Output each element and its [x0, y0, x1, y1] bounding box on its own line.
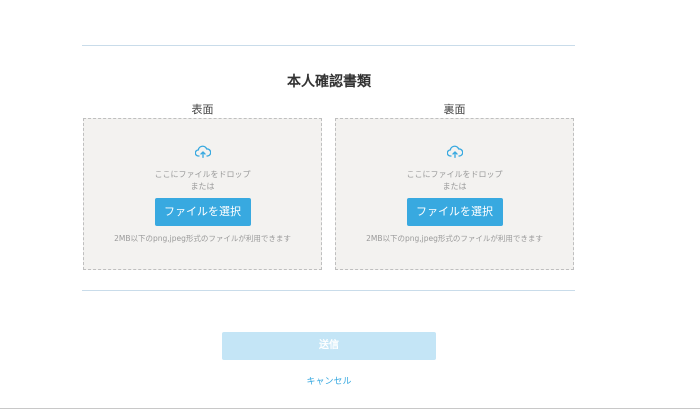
submit-button[interactable]: 送信: [222, 332, 436, 360]
page-bottom-border: [0, 408, 700, 409]
front-side-label: 表面: [191, 103, 214, 116]
front-drop-hint: ここにファイルをドロップ または: [84, 169, 321, 193]
back-dropzone[interactable]: ここにファイルをドロップ または ファイルを選択 2MB以下のpng,jpeg形…: [335, 118, 574, 270]
section-title: 本人確認書類: [287, 74, 371, 90]
cloud-upload-icon: [446, 145, 463, 158]
front-select-file-button[interactable]: ファイルを選択: [154, 198, 251, 226]
back-side-label: 裏面: [443, 103, 466, 116]
bottom-divider: [82, 290, 575, 291]
back-drop-hint: ここにファイルをドロップ または: [336, 169, 573, 193]
top-divider: [82, 45, 575, 46]
front-or-text: または: [190, 182, 215, 191]
back-file-note: 2MB以下のpng,jpeg形式のファイルが利用できます: [366, 234, 543, 243]
back-select-file-button[interactable]: ファイルを選択: [406, 198, 503, 226]
front-drop-text: ここにファイルをドロップ: [154, 170, 251, 179]
cancel-link[interactable]: キャンセル: [222, 374, 436, 387]
back-drop-text: ここにファイルをドロップ: [406, 170, 503, 179]
front-dropzone[interactable]: ここにファイルをドロップ または ファイルを選択 2MB以下のpng,jpeg形…: [83, 118, 322, 270]
front-file-note: 2MB以下のpng,jpeg形式のファイルが利用できます: [114, 234, 291, 243]
back-or-text: または: [442, 182, 467, 191]
cloud-upload-icon: [194, 145, 211, 158]
